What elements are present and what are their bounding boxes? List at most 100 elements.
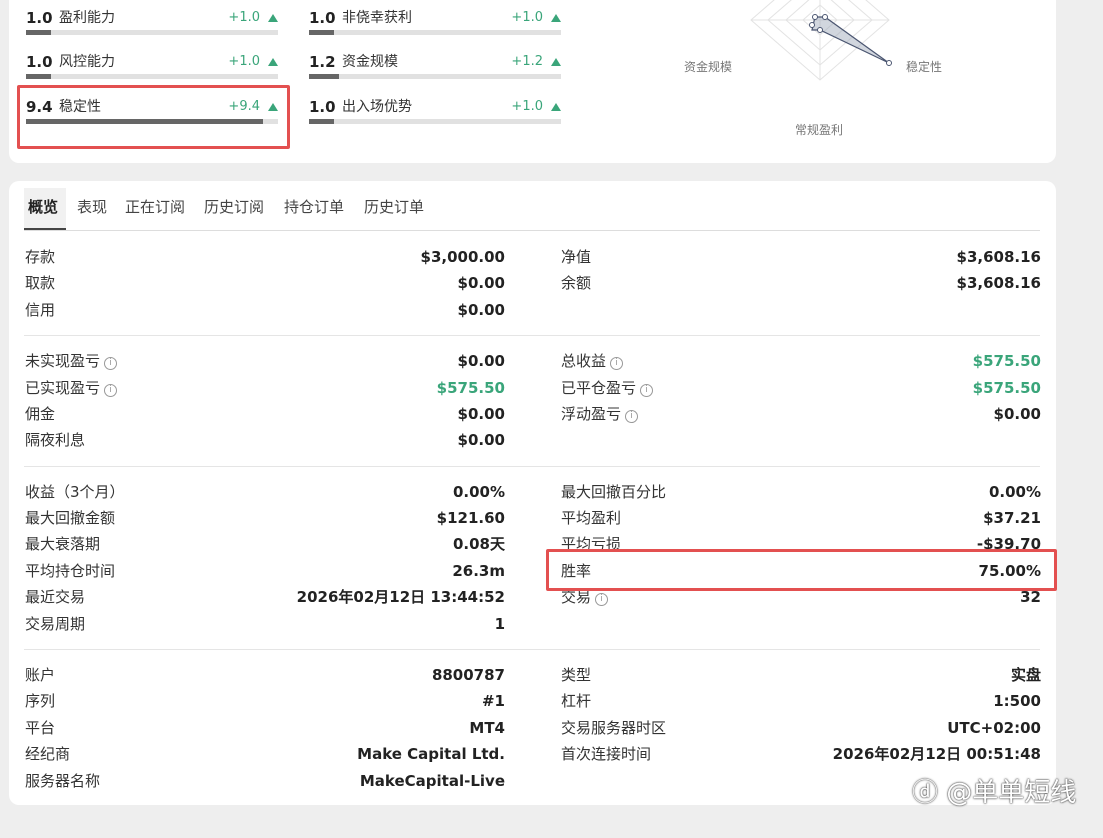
stat-value: 实盘	[1010, 666, 1041, 684]
score-bar	[309, 74, 561, 79]
stat-label: 最大回撤百分比	[561, 483, 667, 501]
stat-avg-holding-time: 平均持仓时间 26.3m	[25, 559, 505, 583]
score-label: 出入场优势	[342, 99, 412, 115]
tab-active-subscriptions[interactable]: 正在订阅	[125, 188, 185, 226]
info-icon[interactable]: i	[595, 593, 609, 606]
stat-label: 平均盈利	[561, 509, 622, 527]
stat-value: 0.00%	[452, 483, 505, 501]
radar-point	[886, 60, 892, 66]
score-label: 资金规模	[342, 54, 398, 70]
stat-label: 总收益	[561, 352, 607, 370]
score-delta: +1.0	[228, 54, 260, 69]
stat-return-3m: 收益（3个月） 0.00%	[25, 480, 505, 504]
stat-label: 序列	[25, 692, 56, 710]
stat-label: 未实现盈亏	[25, 352, 101, 370]
radar-grid	[750, 0, 890, 81]
stat-label: 服务器名称	[25, 772, 101, 790]
info-icon[interactable]: i	[640, 384, 654, 397]
stat-value: $121.60	[436, 509, 505, 527]
stat-realized-pnl: 已实现盈亏 i $575.50	[25, 376, 505, 400]
stat-value: 1	[494, 615, 505, 633]
stat-floating-pnl: 浮动盈亏 i $0.00	[561, 402, 1041, 426]
stat-value: $3,608.16	[956, 248, 1041, 266]
stat-max-decline-period: 最大衰落期 0.08天	[25, 532, 505, 556]
stat-label-wrap: 总收益 i	[561, 349, 624, 373]
score-value: 1.0	[309, 98, 336, 116]
score-risk-control: 1.0 风控能力 +1.0	[26, 53, 278, 83]
stat-credit: 信用 $0.00	[25, 298, 505, 322]
stat-value: $575.50	[436, 379, 505, 397]
stat-label-wrap: 已平仓盈亏 i	[561, 376, 654, 400]
stat-value: $3,608.16	[956, 274, 1041, 292]
stat-label: 杠杆	[561, 692, 592, 710]
tab-overview[interactable]: 概览	[28, 188, 58, 226]
radar-point	[817, 27, 823, 33]
tab-performance[interactable]: 表现	[77, 188, 107, 226]
score-bar-fill	[26, 74, 52, 79]
info-icon[interactable]: i	[104, 384, 118, 397]
score-entry-exit: 1.0 出入场优势 +1.0	[309, 98, 561, 128]
score-capital-size: 1.2 资金规模 +1.2	[309, 53, 561, 83]
stat-total-profit: 总收益 i $575.50	[561, 349, 1041, 373]
stat-label: 首次连接时间	[561, 745, 652, 763]
stat-value: 26.3m	[452, 562, 505, 580]
radar-point	[822, 14, 828, 20]
score-label: 盈利能力	[59, 10, 115, 26]
stat-label-wrap: 未实现盈亏 i	[25, 349, 118, 373]
stat-sequence: 序列 #1	[25, 689, 505, 713]
stat-label: 已平仓盈亏	[561, 379, 637, 397]
tab-open-positions[interactable]: 持仓订单	[284, 188, 344, 226]
stat-label: 浮动盈亏	[561, 405, 622, 423]
stat-trade-period: 交易周期 1	[25, 612, 505, 636]
stat-label: 存款	[25, 248, 56, 266]
stat-commission: 佣金 $0.00	[25, 402, 505, 426]
up-arrow-icon	[268, 58, 278, 66]
stat-value: $3,000.00	[420, 248, 505, 266]
tab-subscription-history[interactable]: 历史订阅	[204, 188, 264, 226]
radar-chart: 资金规模 稳定性 常规盈利	[684, 0, 942, 137]
score-profitability: 1.0 盈利能力 +1.0	[26, 9, 278, 39]
stat-platform: 平台 MT4	[25, 716, 505, 740]
score-bar	[26, 30, 278, 35]
stat-label: 最大回撤金额	[25, 509, 116, 527]
stat-label-wrap: 已实现盈亏 i	[25, 376, 118, 400]
stat-broker: 经纪商 Make Capital Ltd.	[25, 742, 505, 766]
stat-value: $37.21	[983, 509, 1041, 527]
watermark: ⓓ @单单短线	[912, 778, 1077, 808]
stat-label: 交易服务器时区	[561, 719, 667, 737]
up-arrow-icon	[551, 103, 561, 111]
stat-value: $0.00	[457, 352, 505, 370]
score-delta: +1.0	[511, 99, 543, 114]
stat-label: 余额	[561, 274, 592, 292]
stat-label: 最近交易	[25, 588, 86, 606]
info-icon[interactable]: i	[104, 357, 118, 370]
score-value: 1.2	[309, 53, 336, 71]
stat-value: $575.50	[972, 352, 1041, 370]
stat-value: 1:500	[993, 692, 1041, 710]
stat-leverage: 杠杆 1:500	[561, 689, 1041, 713]
section-divider	[24, 466, 1040, 467]
stat-label: 净值	[561, 248, 592, 266]
stat-value: 2026年02月12日 00:51:48	[832, 745, 1041, 763]
score-value: 1.0	[26, 9, 53, 27]
stat-label-wrap: 浮动盈亏 i	[561, 402, 639, 426]
score-bar	[309, 30, 561, 35]
up-arrow-icon	[551, 14, 561, 22]
stat-value: $0.00	[457, 301, 505, 319]
stat-deposit: 存款 $3,000.00	[25, 245, 505, 269]
tab-order-history[interactable]: 历史订单	[364, 188, 424, 226]
radar-axis-label-regular-profit: 常规盈利	[795, 122, 843, 137]
stat-value: $575.50	[972, 379, 1041, 397]
stability-highlight	[17, 85, 290, 149]
stat-equity: 净值 $3,608.16	[561, 245, 1041, 269]
score-bar-fill	[26, 30, 52, 35]
score-bar-fill	[309, 74, 340, 79]
stat-value: Make Capital Ltd.	[357, 745, 505, 763]
score-label: 非侥幸获利	[342, 10, 412, 26]
stat-label: 已实现盈亏	[25, 379, 101, 397]
tab-bar: 概览 表现 正在订阅 历史订阅 持仓订单 历史订单	[24, 188, 1040, 231]
info-icon[interactable]: i	[625, 410, 639, 423]
win-rate-highlight	[546, 549, 1057, 591]
stat-value: 8800787	[431, 666, 505, 684]
info-icon[interactable]: i	[610, 357, 624, 370]
